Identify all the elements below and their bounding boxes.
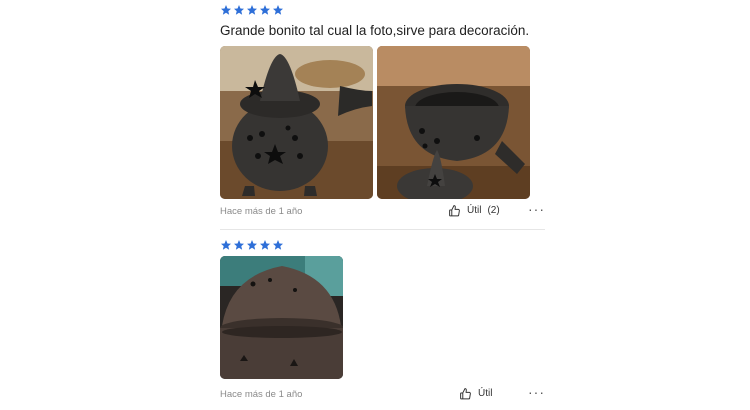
review-card xyxy=(220,239,545,379)
review-footer: Hace más de 1 año Útil ··· xyxy=(220,385,545,401)
review-photos xyxy=(220,46,545,199)
star-icon xyxy=(233,239,245,251)
star-icon xyxy=(246,239,258,251)
helpful-count: (2) xyxy=(487,205,500,216)
ellipsis-icon[interactable]: ··· xyxy=(528,385,545,399)
star-icon xyxy=(220,239,232,251)
review-card: Grande bonito tal cual la foto,sirve par… xyxy=(220,4,545,199)
star-icon xyxy=(259,4,271,16)
star-icon xyxy=(259,239,271,251)
helpful-button[interactable]: Útil (2) xyxy=(448,204,500,217)
star-icon xyxy=(246,4,258,16)
review-photos xyxy=(220,256,545,379)
review-photo[interactable] xyxy=(377,46,530,199)
star-icon xyxy=(272,239,284,251)
review-timestamp: Hace más de 1 año xyxy=(220,205,303,217)
helpful-button[interactable]: Útil xyxy=(459,387,492,400)
review-text: Grande bonito tal cual la foto,sirve par… xyxy=(220,23,530,38)
review-timestamp: Hace más de 1 año xyxy=(220,388,303,400)
review-photo[interactable] xyxy=(220,46,373,199)
divider xyxy=(220,229,545,230)
star-icon xyxy=(272,4,284,16)
star-rating xyxy=(220,239,545,251)
star-rating xyxy=(220,4,545,16)
helpful-label: Útil xyxy=(478,388,493,399)
star-icon xyxy=(233,4,245,16)
ellipsis-icon[interactable]: ··· xyxy=(528,202,545,216)
review-photo[interactable] xyxy=(220,256,343,379)
thumbs-up-icon xyxy=(459,387,472,400)
review-footer: Hace más de 1 año Útil (2) ··· xyxy=(220,202,545,218)
helpful-label: Útil xyxy=(467,205,482,216)
thumbs-up-icon xyxy=(448,204,461,217)
star-icon xyxy=(220,4,232,16)
